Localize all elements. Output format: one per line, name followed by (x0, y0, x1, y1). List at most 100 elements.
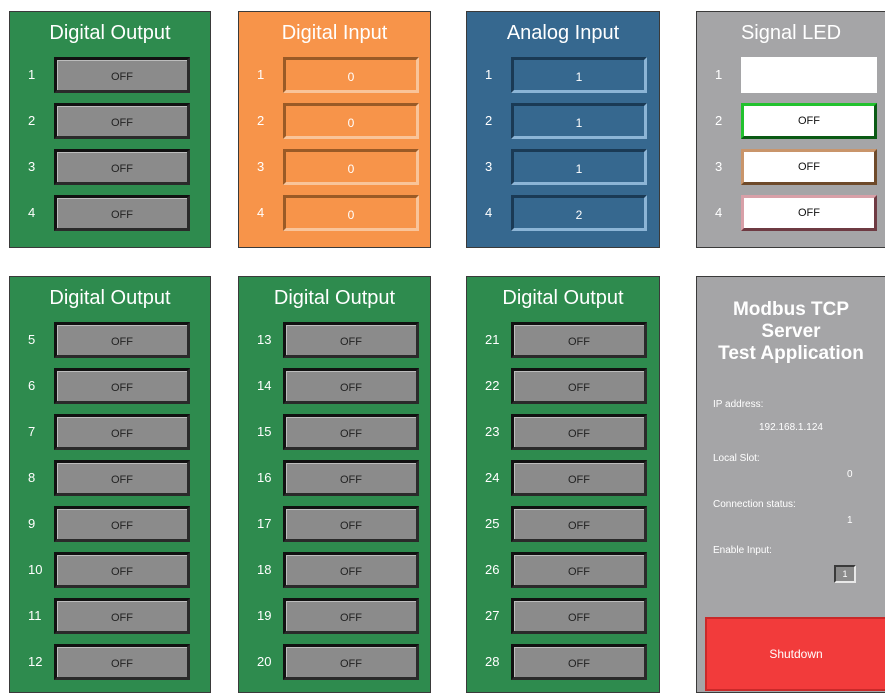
local-slot-value: 0 (847, 469, 853, 480)
panel-title: Digital Output (502, 287, 624, 309)
do-toggle-button-2[interactable]: OFF (54, 103, 190, 139)
do-toggle-button-19[interactable]: OFF (283, 598, 419, 634)
led-row-1: 1 (697, 57, 885, 93)
do-toggle-button-17[interactable]: OFF (283, 506, 419, 542)
connection-status-value: 1 (847, 515, 853, 526)
led-row-4: 4 OFF (697, 195, 885, 231)
panel-title: Digital Input (281, 22, 388, 44)
panel-title: Digital Output (273, 287, 396, 309)
do-toggle-button-16[interactable]: OFF (283, 460, 419, 496)
ai-value-field-3: 1 (511, 149, 647, 185)
do-row: 25 OFF (467, 506, 659, 542)
app-title-line-3: Test Application (718, 343, 864, 364)
do-toggle-button-24[interactable]: OFF (511, 460, 647, 496)
do-row-2: 2 OFF (10, 103, 210, 139)
do-toggle-button-11[interactable]: OFF (54, 598, 190, 634)
enable-input-label: Enable Input: (713, 545, 772, 556)
shutdown-button[interactable]: Shutdown (705, 617, 885, 691)
do-toggle-button-12[interactable]: OFF (54, 644, 190, 680)
do-toggle-button-15[interactable]: OFF (283, 414, 419, 450)
signal-led-2: OFF (741, 103, 877, 139)
do-toggle-button-26[interactable]: OFF (511, 552, 647, 588)
do-row-3: 3 OFF (10, 149, 210, 185)
do-toggle-button-1[interactable]: OFF (54, 57, 190, 93)
do-row: 27 OFF (467, 598, 659, 634)
di-value-field-3: 0 (283, 149, 419, 185)
do-row: 13 OFF (239, 322, 430, 358)
digital-output-panel-1-4: Digital Output 1 OFF 2 OFF 3 OFF 4 OFF (9, 11, 211, 248)
signal-led-panel: Signal LED 1 2 OFF 3 OFF 4 OFF (696, 11, 885, 248)
ip-address-label: IP address: (713, 399, 764, 410)
panel-title: Analog Input (506, 22, 620, 44)
do-row: 22 OFF (467, 368, 659, 404)
led-row-2: 2 OFF (697, 103, 885, 139)
do-toggle-button-4[interactable]: OFF (54, 195, 190, 231)
panel-title: Digital Output (49, 287, 171, 309)
signal-led-3: OFF (741, 149, 877, 185)
app-title: Modbus TCP Server Test Application (697, 299, 885, 365)
do-row: 26 OFF (467, 552, 659, 588)
ai-row-2: 2 1 (467, 103, 659, 139)
do-row: 12 OFF (10, 644, 210, 680)
do-toggle-button-6[interactable]: OFF (54, 368, 190, 404)
do-row: 21 OFF (467, 322, 659, 358)
di-row-4: 4 0 (239, 195, 430, 231)
ai-value-field-2: 1 (511, 103, 647, 139)
digital-output-panel-5-12: Digital Output 5 OFF 6 OFF 7 OFF 8 OFF 9 OFF … (9, 276, 211, 693)
led-row-3: 3 OFF (697, 149, 885, 185)
signal-led-4: OFF (741, 195, 877, 231)
enable-input-field[interactable]: 1 (834, 565, 856, 583)
do-row: 28 OFF (467, 644, 659, 680)
do-toggle-button-3[interactable]: OFF (54, 149, 190, 185)
di-row-1: 1 0 (239, 57, 430, 93)
do-toggle-button-8[interactable]: OFF (54, 460, 190, 496)
do-toggle-button-7[interactable]: OFF (54, 414, 190, 450)
do-toggle-button-20[interactable]: OFF (283, 644, 419, 680)
do-row: 18 OFF (239, 552, 430, 588)
do-toggle-button-10[interactable]: OFF (54, 552, 190, 588)
do-row-4: 4 OFF (10, 195, 210, 231)
do-row: 7 OFF (10, 414, 210, 450)
do-row: 9 OFF (10, 506, 210, 542)
ai-row-4: 4 2 (467, 195, 659, 231)
server-info-panel: Modbus TCP Server Test Application IP ad… (696, 276, 885, 693)
do-row: 20 OFF (239, 644, 430, 680)
do-toggle-button-27[interactable]: OFF (511, 598, 647, 634)
di-row-3: 3 0 (239, 149, 430, 185)
do-toggle-button-23[interactable]: OFF (511, 414, 647, 450)
digital-input-panel: Digital Input 1 0 2 0 3 0 4 0 (238, 11, 431, 248)
ai-value-field-1: 1 (511, 57, 647, 93)
app-title-line-2: Server (761, 321, 821, 342)
do-toggle-button-18[interactable]: OFF (283, 552, 419, 588)
di-value-field-1: 0 (283, 57, 419, 93)
do-toggle-button-21[interactable]: OFF (511, 322, 647, 358)
do-row: 6 OFF (10, 368, 210, 404)
do-toggle-button-25[interactable]: OFF (511, 506, 647, 542)
analog-input-panel: Analog Input 1 1 2 1 3 1 4 2 (466, 11, 660, 248)
panel-title: Digital Output (49, 22, 171, 44)
di-value-field-4: 0 (283, 195, 419, 231)
do-row: 15 OFF (239, 414, 430, 450)
do-row: 11 OFF (10, 598, 210, 634)
do-row: 14 OFF (239, 368, 430, 404)
do-row: 17 OFF (239, 506, 430, 542)
do-row: 23 OFF (467, 414, 659, 450)
do-toggle-button-14[interactable]: OFF (283, 368, 419, 404)
panel-title: Signal LED (740, 22, 842, 44)
do-row: 16 OFF (239, 460, 430, 496)
do-row: 24 OFF (467, 460, 659, 496)
app-title-line-1: Modbus TCP (732, 299, 850, 320)
do-toggle-button-22[interactable]: OFF (511, 368, 647, 404)
do-row: 5 OFF (10, 322, 210, 358)
do-row: 8 OFF (10, 460, 210, 496)
do-toggle-button-28[interactable]: OFF (511, 644, 647, 680)
di-value-field-2: 0 (283, 103, 419, 139)
signal-led-1 (741, 57, 877, 93)
do-toggle-button-13[interactable]: OFF (283, 322, 419, 358)
digital-output-panel-21-28: Digital Output 21 OFF 22 OFF 23 OFF 24 OFF 2… (466, 276, 660, 693)
digital-output-panel-13-20: Digital Output 13 OFF 14 OFF 15 OFF 16 OFF 1… (238, 276, 431, 693)
do-toggle-button-9[interactable]: OFF (54, 506, 190, 542)
do-toggle-button-5[interactable]: OFF (54, 322, 190, 358)
connection-status-label: Connection status: (713, 499, 796, 510)
local-slot-label: Local Slot: (713, 453, 760, 464)
